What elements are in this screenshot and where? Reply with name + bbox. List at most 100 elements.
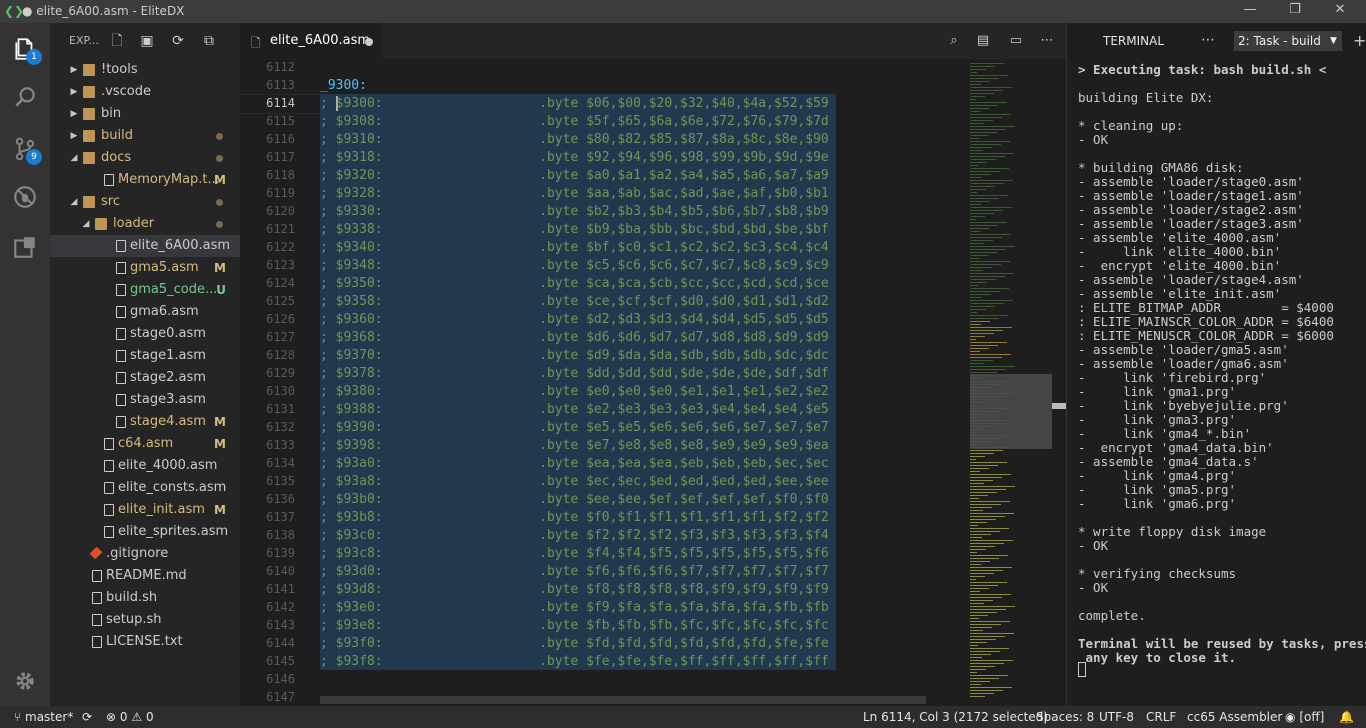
tree-file[interactable]: MemoryMap.t... M bbox=[50, 169, 240, 191]
more-actions-icon[interactable]: ⋯ bbox=[1038, 32, 1056, 50]
search-activity-button[interactable] bbox=[0, 75, 50, 119]
tree-folder[interactable]: ▶ .vscode bbox=[50, 81, 240, 103]
split-editor-icon[interactable]: ▭ bbox=[1007, 32, 1025, 50]
minimize-button[interactable]: — bbox=[1230, 2, 1270, 17]
new-terminal-icon[interactable]: + bbox=[1353, 31, 1366, 50]
minimap-line bbox=[970, 138, 979, 139]
tree-folder[interactable]: ◢ docs bbox=[50, 147, 240, 169]
modified-dot-icon bbox=[216, 133, 223, 140]
tree-file[interactable]: setup.sh bbox=[50, 609, 240, 631]
manage-button[interactable] bbox=[0, 659, 50, 703]
folder-icon bbox=[83, 196, 95, 208]
minimap-line bbox=[970, 252, 997, 253]
tree-folder[interactable]: ▶ bin bbox=[50, 103, 240, 125]
line-number: 6147 bbox=[266, 690, 295, 704]
tree-file[interactable]: gma6.asm bbox=[50, 301, 240, 323]
terminal-more-icon[interactable]: ⋯ bbox=[1201, 32, 1215, 48]
minimap-line bbox=[970, 351, 980, 352]
tree-file[interactable]: LICENSE.txt bbox=[50, 631, 240, 653]
chevron-right-icon[interactable]: ▶ bbox=[68, 103, 80, 125]
terminal-line: - assemble 'gma4_data.s' bbox=[1078, 454, 1259, 469]
extensions-activity-button[interactable] bbox=[0, 225, 50, 269]
indentation[interactable]: Spaces: 8 bbox=[1036, 710, 1094, 724]
close-button[interactable]: ✕ bbox=[1320, 2, 1360, 17]
unsaved-dot-icon[interactable] bbox=[365, 38, 373, 46]
language-mode[interactable]: cc65 Assembler bbox=[1187, 710, 1282, 724]
minimap[interactable] bbox=[946, 59, 1066, 706]
tree-file[interactable]: stage0.asm bbox=[50, 323, 240, 345]
tree-file[interactable]: stage3.asm bbox=[50, 389, 240, 411]
tree-file[interactable]: elite_4000.asm bbox=[50, 455, 240, 477]
code-line: ; $93c8: .byte $f4,$f4,$f5,$f5,$f5,$f5,$… bbox=[320, 546, 829, 561]
chevron-down-icon[interactable]: ◢ bbox=[80, 213, 92, 235]
line-number: 6117 bbox=[266, 150, 295, 164]
line-number: 6137 bbox=[266, 510, 295, 524]
terminal-line: - link 'firebird.prg' bbox=[1078, 370, 1267, 385]
tree-file[interactable]: elite_consts.asm bbox=[50, 477, 240, 499]
tree-file[interactable]: README.md bbox=[50, 565, 240, 587]
tree-file[interactable]: stage2.asm bbox=[50, 367, 240, 389]
code-line: ; $9318: .byte $92,$94,$96,$98,$99,$9b,$… bbox=[320, 150, 829, 165]
minimap-line bbox=[970, 204, 981, 205]
tree-file[interactable]: stage4.asm M bbox=[50, 411, 240, 433]
tree-file[interactable]: gma5_code.... U bbox=[50, 279, 240, 301]
minimap-line bbox=[970, 633, 1014, 634]
collapse-all-icon[interactable]: ⧉ bbox=[200, 32, 218, 50]
tree-folder[interactable]: ◢ src bbox=[50, 191, 240, 213]
error-icon: ⊗ bbox=[106, 710, 117, 724]
tree-file[interactable]: c64.asm M bbox=[50, 433, 240, 455]
tree-folder[interactable]: ▶ build bbox=[50, 125, 240, 147]
minimap-line bbox=[970, 177, 982, 178]
horizontal-scrollbar[interactable] bbox=[320, 696, 926, 704]
tree-file[interactable]: build.sh bbox=[50, 587, 240, 609]
code-line: ; $93e8: .byte $fb,$fb,$fb,$fc,$fc,$fc,$… bbox=[320, 618, 829, 633]
tree-file[interactable]: elite_sprites.asm bbox=[50, 521, 240, 543]
tree-folder[interactable]: ▶ !tools bbox=[50, 59, 240, 81]
tree-item-label: stage3.asm bbox=[130, 392, 206, 407]
tree-file[interactable]: gma5.asm M bbox=[50, 257, 240, 279]
notifications-bell-icon[interactable]: 🔔 bbox=[1339, 710, 1354, 724]
tree-folder[interactable]: ◢ loader bbox=[50, 213, 240, 235]
maximize-button[interactable]: ❐ bbox=[1275, 2, 1315, 17]
problems-indicator[interactable]: ⊗ 0 ⚠ 0 bbox=[106, 710, 154, 724]
chevron-right-icon[interactable]: ▶ bbox=[68, 81, 80, 103]
tree-file[interactable]: .gitignore bbox=[50, 543, 240, 565]
tab-elite-6a00[interactable]: 🗋 elite_6A00.asm bbox=[240, 23, 383, 59]
code-editor[interactable]: 6112 6113 _9300: 6114 ; $9300: .byte $06,$00… bbox=[240, 59, 946, 706]
chevron-down-icon[interactable]: ◢ bbox=[68, 191, 80, 213]
minimap-line bbox=[970, 618, 979, 619]
terminal-task-select[interactable]: 2: Task - build ▼ bbox=[1234, 31, 1342, 51]
tree-file[interactable]: stage1.asm bbox=[50, 345, 240, 367]
minimap-line bbox=[970, 261, 1010, 262]
source-control-activity-button[interactable]: 9 bbox=[0, 127, 50, 171]
chevron-right-icon[interactable]: ▶ bbox=[68, 125, 80, 147]
minimap-line bbox=[970, 558, 999, 559]
new-file-icon[interactable]: 🗋 bbox=[108, 32, 126, 50]
branch-indicator[interactable]: ⑂ master* bbox=[14, 710, 73, 724]
tree-file[interactable]: elite_6A00.asm bbox=[50, 235, 240, 257]
encoding[interactable]: UTF-8 bbox=[1099, 710, 1134, 724]
live-server-status[interactable]: ◉ [off] bbox=[1285, 710, 1324, 724]
compare-icon[interactable]: ⌕ bbox=[945, 32, 963, 50]
chevron-down-icon[interactable]: ◢ bbox=[68, 147, 80, 169]
chevron-right-icon[interactable]: ▶ bbox=[68, 59, 80, 81]
preview-icon[interactable]: ▤ bbox=[974, 32, 992, 50]
tree-file[interactable]: elite_init.asm M bbox=[50, 499, 240, 521]
terminal-title[interactable]: TERMINAL bbox=[1103, 34, 1164, 48]
file-icon bbox=[116, 240, 126, 252]
debug-activity-button[interactable] bbox=[0, 175, 50, 219]
terminal-line: : ELITE_MAINSCR_COLOR_ADDR = $6400 bbox=[1078, 314, 1334, 329]
minimap-scroll-grip[interactable] bbox=[1052, 403, 1066, 409]
new-folder-icon[interactable]: ▣ bbox=[138, 32, 156, 50]
minimap-slider[interactable] bbox=[970, 374, 1052, 449]
line-ending[interactable]: CRLF bbox=[1146, 710, 1176, 724]
cursor-position[interactable]: Ln 6114, Col 3 (2172 selected) bbox=[863, 710, 1048, 724]
refresh-icon[interactable]: ⟳ bbox=[169, 32, 187, 50]
minimap-line bbox=[970, 285, 978, 286]
sync-icon[interactable]: ⟳ bbox=[82, 710, 92, 724]
line-number: 6127 bbox=[266, 330, 295, 344]
minimap-line bbox=[970, 78, 999, 79]
explorer-activity-button[interactable]: 1 bbox=[0, 27, 50, 71]
minimap-line bbox=[970, 360, 993, 361]
tree-item-label: stage1.asm bbox=[130, 348, 206, 363]
